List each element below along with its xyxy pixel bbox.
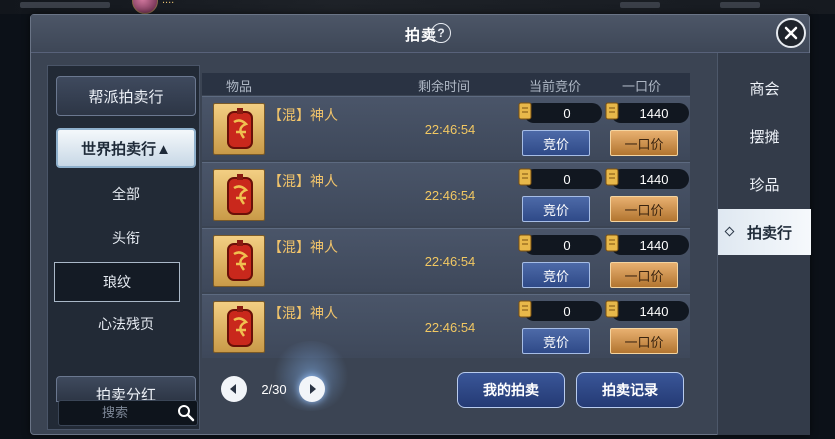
header-buyout: 一口价	[622, 79, 662, 94]
table-row[interactable]: 【混】神人 22:46:54 0 1440 竞价 一口价	[202, 228, 690, 292]
remaining-time: 22:46:54	[424, 188, 476, 203]
header-item: 物品	[226, 79, 253, 94]
jade-token-icon	[227, 240, 253, 281]
guild-auction-button[interactable]: 帮派拍卖行	[56, 76, 196, 116]
item-icon[interactable]	[213, 169, 265, 221]
close-icon	[784, 26, 798, 40]
auction-window: 拍卖 ? 帮派拍卖行 世界拍卖行▲ 全部 头衔 琅纹 心法残页 拍卖分红 物品 …	[30, 14, 811, 435]
remaining-time: 22:46:54	[424, 254, 476, 269]
my-auction-button[interactable]: 我的拍卖	[457, 372, 565, 408]
gold-ticket-icon	[605, 168, 619, 186]
header-time: 剩余时间	[418, 79, 471, 94]
buyout-value: 1440	[611, 169, 689, 189]
current-bid-value: 0	[524, 235, 602, 255]
tab-treasures[interactable]: 珍品	[718, 161, 811, 207]
table-header: 物品 剩余时间 当前竞价 一口价	[202, 73, 690, 95]
tab-chamber-of-commerce[interactable]: 商会	[718, 65, 811, 111]
arrow-right-icon	[310, 384, 316, 394]
player-avatar	[132, 0, 158, 14]
top-strip: ....	[0, 0, 835, 14]
jade-token-icon	[227, 108, 253, 149]
tab-auction-house-label: 拍卖行	[746, 225, 792, 242]
gold-ticket-icon	[605, 102, 619, 120]
auction-records-button[interactable]: 拍卖记录	[576, 372, 684, 408]
window-title: 拍卖	[404, 28, 437, 44]
bid-button[interactable]: 竞价	[522, 262, 590, 288]
top-decor-bar	[620, 2, 660, 8]
gold-ticket-icon	[518, 168, 532, 186]
next-page-button[interactable]	[299, 376, 325, 402]
item-icon[interactable]	[213, 103, 265, 155]
search-input[interactable]	[59, 401, 171, 425]
world-auction-button[interactable]: 世界拍卖行▲	[56, 128, 196, 168]
buyout-value: 1440	[611, 103, 689, 123]
bid-button[interactable]: 竞价	[522, 130, 590, 156]
header-current-bid: 当前竞价	[529, 79, 582, 94]
tab-auction-house[interactable]: 拍卖行	[718, 209, 811, 255]
sub-item-pattern[interactable]: 琅纹	[54, 262, 180, 302]
buyout-button[interactable]: 一口价	[610, 130, 678, 156]
table-row[interactable]: 【混】神人 22:46:54 0 1440 竞价 一口价	[202, 96, 690, 160]
prev-page-button[interactable]	[221, 376, 247, 402]
gold-ticket-icon	[518, 102, 532, 120]
jade-token-icon	[227, 174, 253, 215]
remaining-time: 22:46:54	[424, 320, 476, 335]
item-name: 【混】神人	[268, 175, 338, 190]
bid-button[interactable]: 竞价	[522, 196, 590, 222]
current-bid-value: 0	[524, 103, 602, 123]
gold-ticket-icon	[605, 234, 619, 252]
gold-ticket-icon	[518, 234, 532, 252]
item-icon[interactable]	[213, 301, 265, 353]
title-bar: 拍卖 ?	[31, 15, 809, 53]
buyout-value: 1440	[611, 301, 689, 321]
sub-item-all[interactable]: 全部	[56, 176, 196, 212]
current-bid-value: 0	[524, 169, 602, 189]
active-tab-marker	[724, 226, 735, 237]
player-name: ....	[162, 0, 175, 6]
table-row[interactable]: 【混】神人 22:46:54 0 1440 竞价 一口价	[202, 162, 690, 226]
jade-token-icon	[227, 306, 253, 347]
gold-ticket-icon	[518, 300, 532, 318]
sub-item-title[interactable]: 头衔	[56, 220, 196, 256]
right-tab-bar: 商会 摆摊 珍品 拍卖行	[717, 53, 811, 435]
current-bid-value: 0	[524, 301, 602, 321]
left-category-panel: 帮派拍卖行 世界拍卖行▲ 全部 头衔 琅纹 心法残页 拍卖分红	[47, 65, 200, 430]
item-name: 【混】神人	[268, 307, 338, 322]
item-name: 【混】神人	[268, 241, 338, 256]
sub-item-skill-fragments[interactable]: 心法残页	[56, 306, 196, 342]
tab-stall[interactable]: 摆摊	[718, 113, 811, 159]
buyout-button[interactable]: 一口价	[610, 328, 678, 354]
auction-table: 物品 剩余时间 当前竞价 一口价 【混】神人 22:46:54 0 1440 竞…	[202, 73, 690, 358]
top-decor-bar	[20, 2, 110, 8]
item-icon[interactable]	[213, 235, 265, 287]
item-name: 【混】神人	[268, 109, 338, 124]
gold-ticket-icon	[605, 300, 619, 318]
top-decor-bar	[720, 2, 760, 8]
remaining-time: 22:46:54	[424, 122, 476, 137]
search-icon[interactable]	[177, 404, 195, 422]
auction-bonus-button[interactable]: 拍卖分红	[56, 376, 196, 402]
arrow-left-icon	[230, 384, 236, 394]
help-icon[interactable]: ?	[431, 23, 451, 43]
close-button[interactable]	[776, 18, 806, 48]
search-box	[58, 400, 198, 426]
page-indicator: 2/30	[261, 382, 287, 397]
buyout-button[interactable]: 一口价	[610, 262, 678, 288]
buyout-value: 1440	[611, 235, 689, 255]
table-row[interactable]: 【混】神人 22:46:54 0 1440 竞价 一口价	[202, 294, 690, 358]
bid-button[interactable]: 竞价	[522, 328, 590, 354]
buyout-button[interactable]: 一口价	[610, 196, 678, 222]
